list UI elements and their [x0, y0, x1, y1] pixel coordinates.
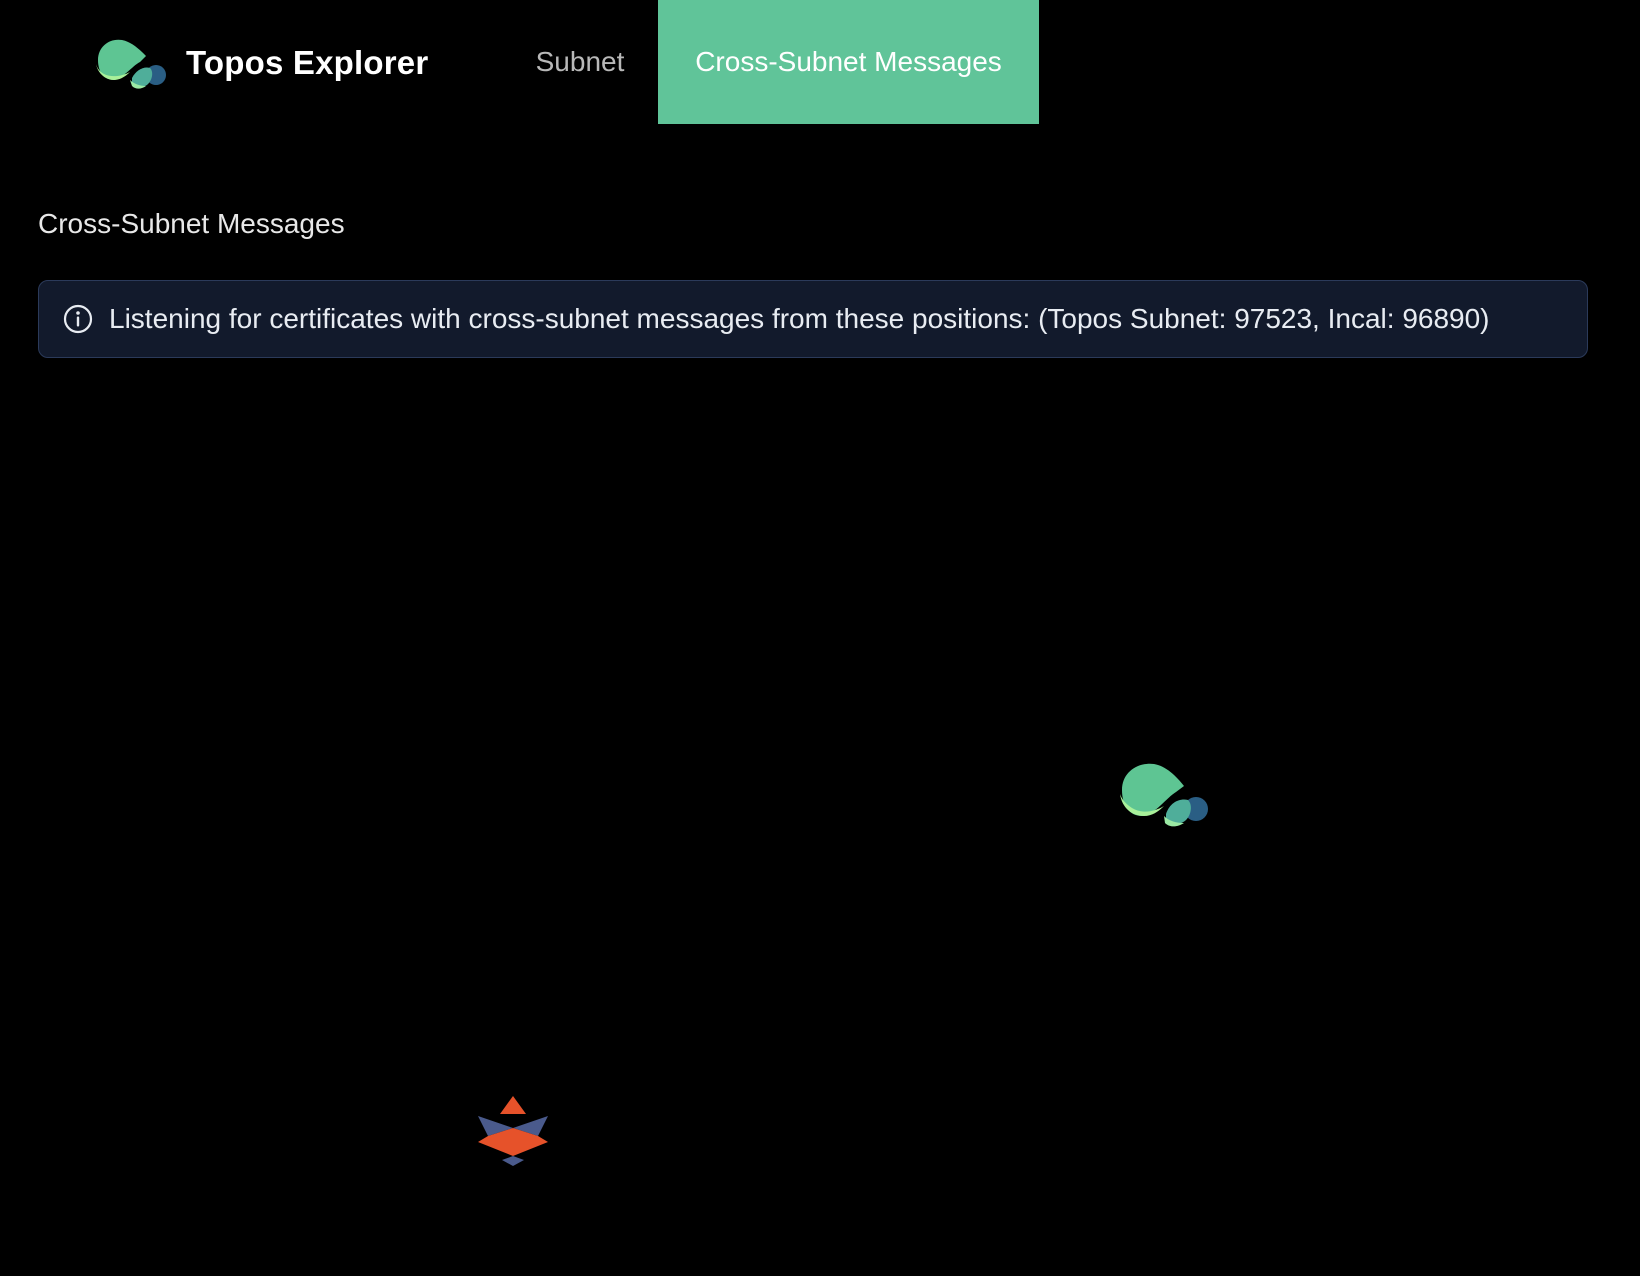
page-title: Cross-Subnet Messages [38, 208, 345, 239]
topos-logo-icon [1120, 763, 1208, 827]
tab-cross-subnet-messages-label: Cross-Subnet Messages [695, 46, 1002, 77]
top-navbar: Topos Explorer Subnet Cross-Subnet Messa… [0, 0, 1640, 124]
info-icon [63, 304, 93, 334]
graph-node-topos-subnet[interactable] [1116, 758, 1208, 830]
brand[interactable]: Topos Explorer [92, 34, 428, 92]
tab-subnet-label: Subnet [535, 46, 625, 77]
brand-name: Topos Explorer [186, 44, 429, 81]
info-alert: Listening for certificates with cross-su… [38, 280, 1588, 358]
graph-node-incal[interactable] [476, 1094, 550, 1168]
tab-cross-subnet-messages[interactable]: Cross-Subnet Messages [658, 0, 1039, 124]
alert-text: Listening for certificates with cross-su… [109, 303, 1490, 334]
topos-logo-icon [96, 39, 166, 89]
tab-subnet[interactable]: Subnet [532, 0, 628, 124]
incal-logo-icon [478, 1096, 548, 1166]
